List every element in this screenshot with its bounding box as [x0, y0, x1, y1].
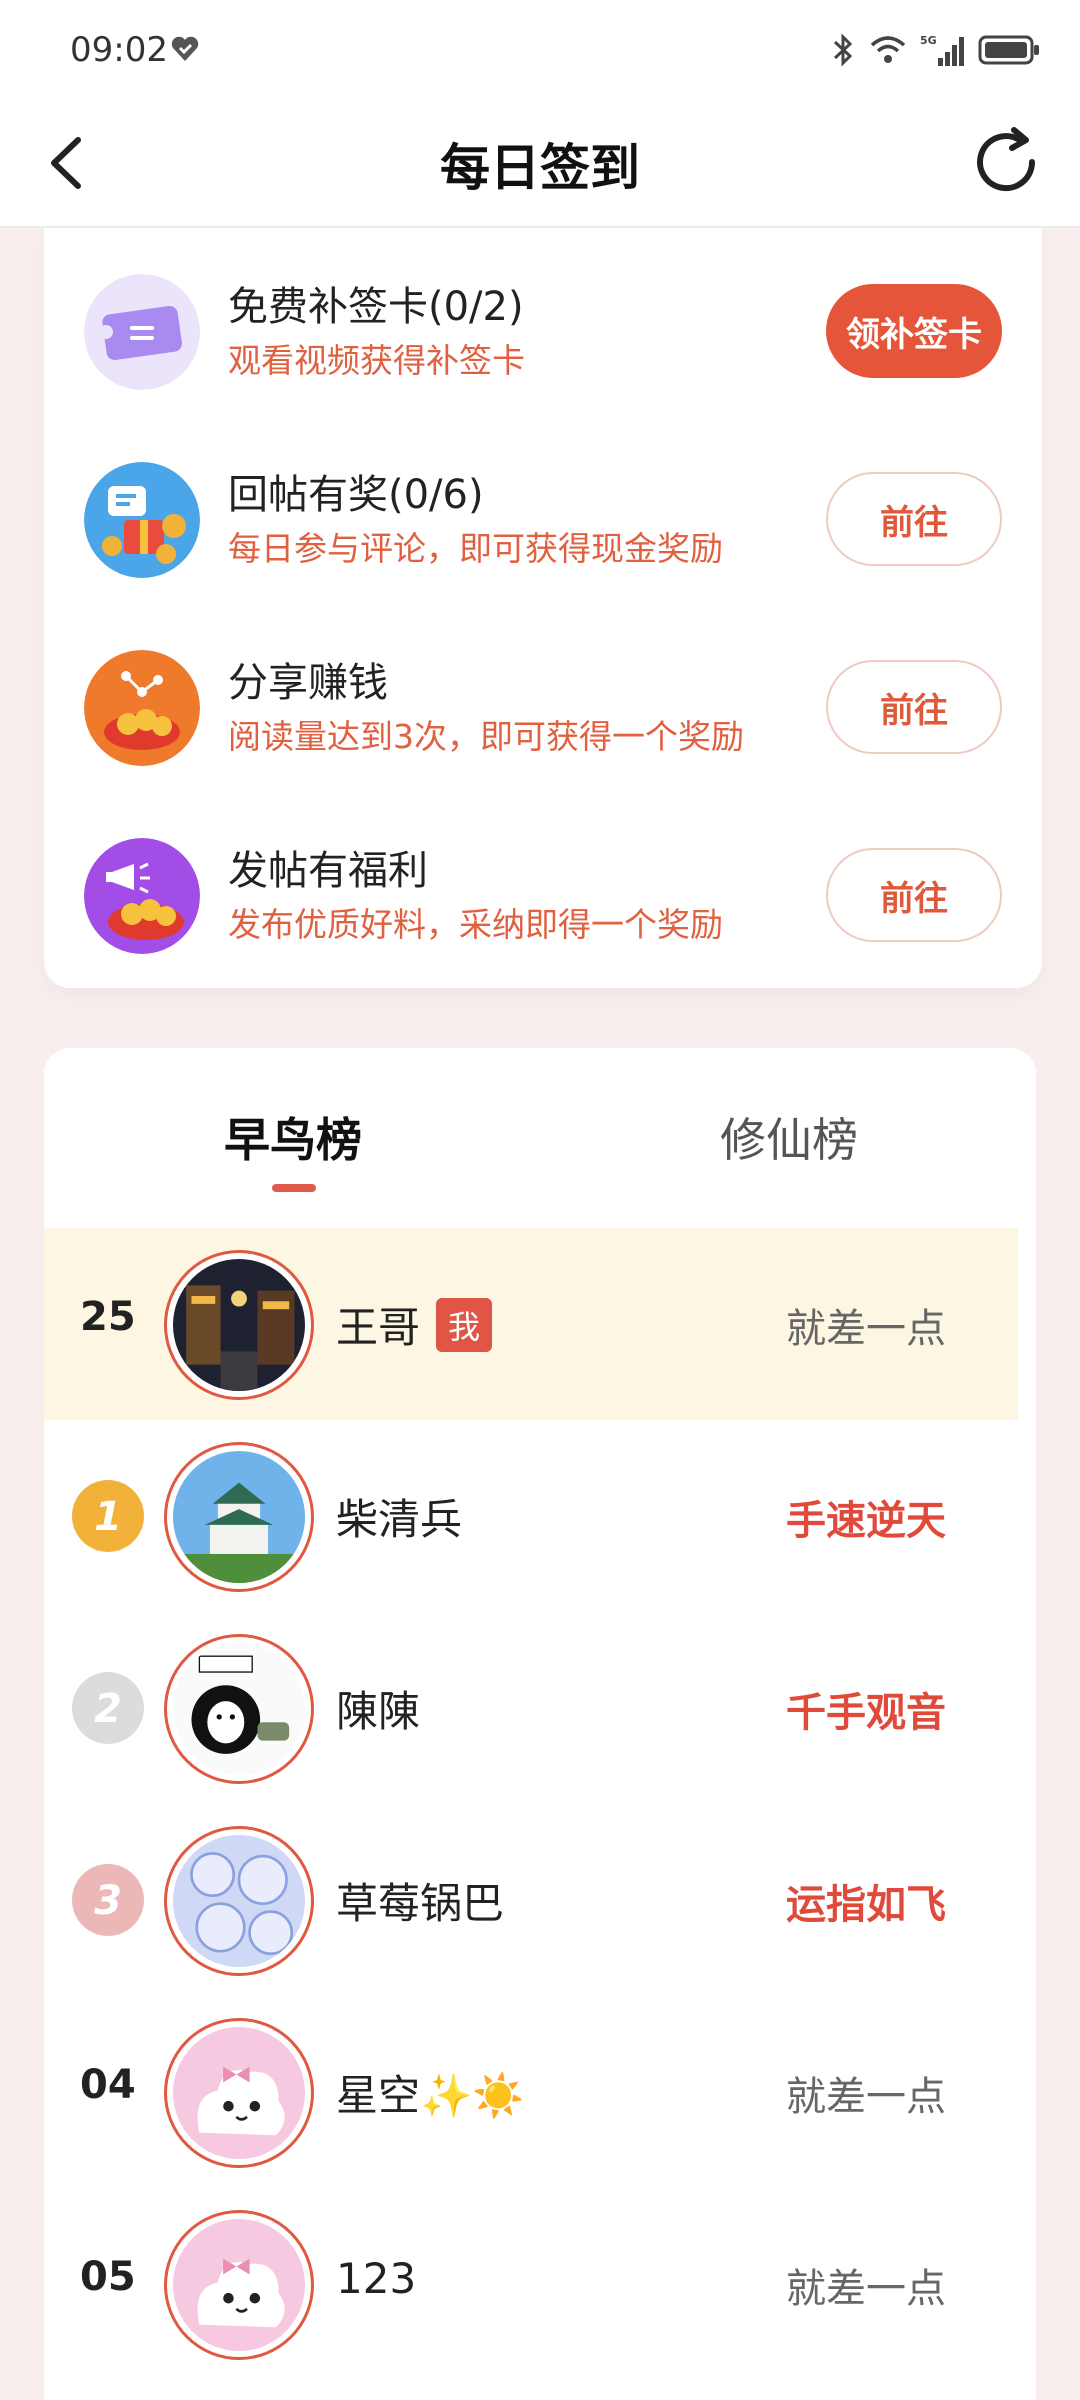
- avatar[interactable]: [164, 1250, 314, 1400]
- task-title: 发帖有福利: [228, 848, 428, 894]
- bronze-medal-icon: 3: [72, 1864, 144, 1936]
- battery-icon: [978, 35, 1039, 65]
- avatar[interactable]: [164, 2210, 314, 2360]
- go-share-button[interactable]: 前往: [826, 660, 1002, 754]
- task-desc: 每日参与评论，即可获得现金奖励: [228, 529, 723, 568]
- username: 王哥 我: [336, 1294, 493, 1355]
- leaderboard-row[interactable]: 1 柴清兵 手速逆天: [44, 1420, 1018, 1612]
- medal-rank: 1: [94, 1494, 122, 1540]
- username: 星空✨☀️: [336, 2071, 525, 2120]
- task-title: 免费补签卡(0/2): [228, 284, 524, 330]
- wifi-icon: [870, 36, 906, 63]
- username-text: 王哥: [336, 1303, 421, 1352]
- username: 草莓锅巴: [336, 1879, 505, 1928]
- avatar-night-street-image: [173, 1259, 305, 1391]
- go-post-button[interactable]: 前往: [826, 848, 1002, 942]
- leaderboard-row-me[interactable]: 25 王哥 我 就差一点: [44, 1228, 1018, 1420]
- rank-status: 就差一点: [786, 2266, 946, 2312]
- avatar-bubbles-image: [173, 1835, 305, 1967]
- me-badge: 我: [436, 1297, 493, 1352]
- post-megaphone-icon: [84, 838, 200, 954]
- active-tab-indicator: [272, 1184, 316, 1192]
- avatar[interactable]: [164, 1442, 314, 1592]
- task-item: 分享赚钱 阅读量达到3次，即可获得一个奖励 前往: [44, 612, 1042, 800]
- claim-makeup-card-button[interactable]: 领补签卡: [826, 284, 1002, 378]
- bluetooth-icon: [833, 33, 853, 67]
- status-bar: 09:02 5G: [0, 0, 1080, 100]
- heart-shield-icon: [171, 36, 199, 61]
- avatar[interactable]: [164, 2018, 314, 2168]
- page-title: 每日签到: [440, 139, 640, 197]
- leaderboard-card: 早鸟榜 修仙榜 25 王哥 我 就差一点 1 柴清兵 手速逆天 2 陳陳 千手观…: [44, 1048, 1036, 2400]
- ticket-icon: [84, 274, 200, 390]
- medal-rank: 2: [94, 1686, 122, 1732]
- task-desc: 观看视频获得补签卡: [228, 341, 525, 380]
- task-desc: 阅读量达到3次，即可获得一个奖励: [228, 717, 744, 756]
- svg-text:5G: 5G: [920, 34, 937, 47]
- rank-status: 千手观音: [786, 1690, 946, 1736]
- go-reply-button[interactable]: 前往: [826, 472, 1002, 566]
- gold-medal-icon: 1: [72, 1480, 144, 1552]
- share-coins-icon: [84, 650, 200, 766]
- tab-early-bird[interactable]: 早鸟榜: [224, 1104, 362, 1170]
- task-title: 回帖有奖(0/6): [228, 472, 484, 518]
- avatar-cloud-image: [173, 2027, 305, 2159]
- avatar[interactable]: [164, 1826, 314, 1976]
- username: 柴清兵: [336, 1495, 463, 1544]
- leaderboard-row[interactable]: 2 陳陳 千手观音: [44, 1612, 1018, 1804]
- clock: 09:02: [70, 30, 168, 70]
- task-item: 发帖有福利 发布优质好料，采纳即得一个奖励 前往: [44, 800, 1042, 988]
- status-icons: 5G: [830, 32, 1040, 68]
- refresh-icon[interactable]: [966, 122, 1046, 202]
- comment-gift-icon: [84, 462, 200, 578]
- task-title: 分享赚钱: [228, 660, 388, 706]
- avatar-castle-image: [173, 1451, 305, 1583]
- avatar[interactable]: [164, 1634, 314, 1784]
- task-card: 免费补签卡(0/2) 观看视频获得补签卡 领补签卡 回帖有奖(0/6) 每日参与…: [44, 228, 1042, 988]
- rank-status: 就差一点: [786, 2074, 946, 2120]
- leaderboard-row[interactable]: 04 星空✨☀️ 就差一点: [44, 1996, 1018, 2188]
- rank-status: 就差一点: [786, 1306, 946, 1352]
- rank-status: 手速逆天: [786, 1498, 946, 1544]
- 5g-signal-icon: 5G: [920, 34, 964, 66]
- tab-cultivation[interactable]: 修仙榜: [720, 1104, 858, 1170]
- leaderboard-row[interactable]: 3 草莓锅巴 运指如飞: [44, 1804, 1018, 1996]
- leaderboard-row[interactable]: 05 123 就差一点: [44, 2188, 1018, 2380]
- avatar-meme-image: [173, 1643, 305, 1775]
- username: 123: [336, 2254, 417, 2303]
- avatar-cloud-image: [173, 2219, 305, 2351]
- medal-rank: 3: [94, 1878, 122, 1924]
- task-item: 免费补签卡(0/2) 观看视频获得补签卡 领补签卡: [44, 236, 1042, 424]
- nav-bar: 每日签到: [0, 100, 1080, 228]
- username: 陳陳: [336, 1687, 421, 1736]
- task-desc: 发布优质好料，采纳即得一个奖励: [228, 905, 723, 944]
- rank-status: 运指如飞: [786, 1882, 946, 1928]
- silver-medal-icon: 2: [72, 1672, 144, 1744]
- task-item: 回帖有奖(0/6) 每日参与评论，即可获得现金奖励 前往: [44, 424, 1042, 612]
